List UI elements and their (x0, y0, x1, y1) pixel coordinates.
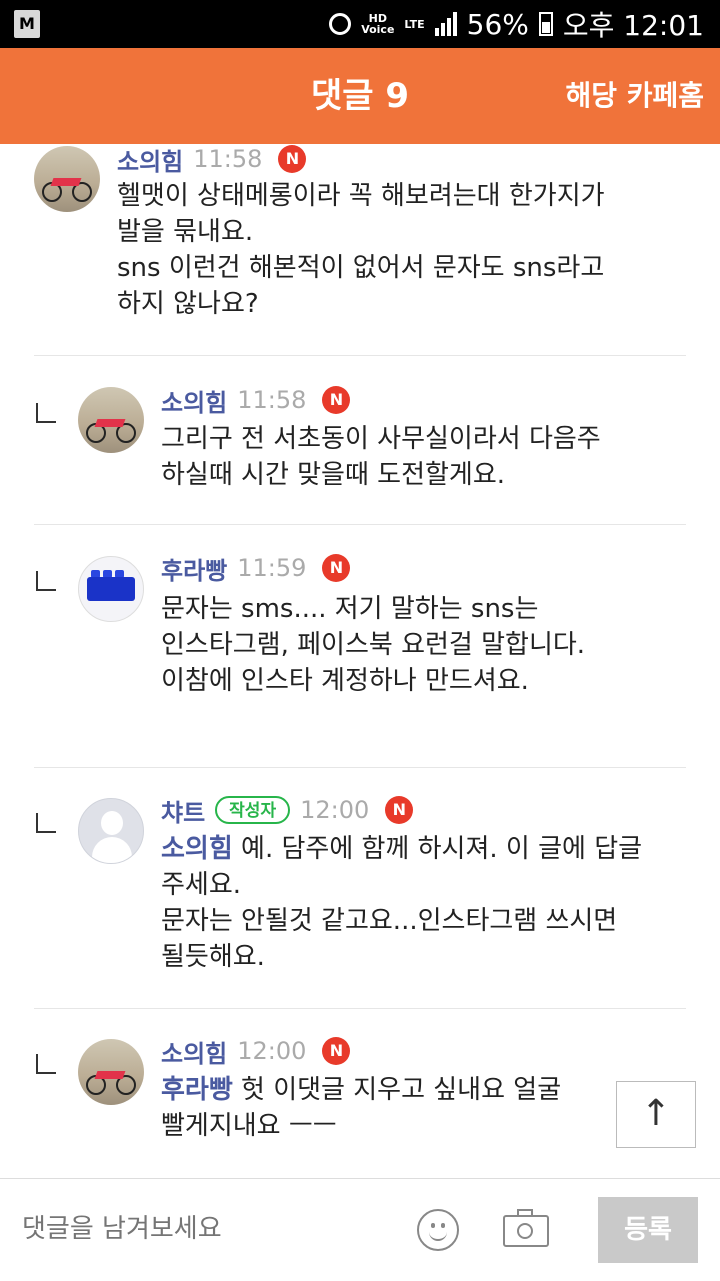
comment-text: 헬맷이 상태메롱이라 꼭 해보려는대 한가지가 발을 묶내요. sns 이런건 … (117, 181, 605, 319)
comment-time: 11:58 (193, 145, 263, 173)
battery-icon (538, 12, 553, 36)
emoticon-icon[interactable] (417, 1209, 459, 1251)
alarm-icon (329, 13, 352, 35)
lte-icon: LTE (404, 17, 425, 31)
comment-time: 11:58 (237, 386, 307, 414)
comment-nickname[interactable]: 소의힘 (117, 142, 183, 177)
comment-input[interactable] (22, 1207, 382, 1251)
status-bar-right: HD Voice LTE 56% 오후 12:01 (329, 0, 704, 48)
scroll-top-button[interactable]: ↑ (616, 1081, 696, 1148)
submit-button[interactable]: 등록 (598, 1197, 698, 1263)
comment-time: 11:59 (237, 554, 307, 582)
arrow-up-icon: ↑ (640, 1093, 672, 1134)
comment-text: 그리구 전 서초동이 사무실이라서 다음주 하실때 시간 맞을때 도전할게요. (161, 424, 601, 490)
camera-icon[interactable] (503, 1209, 549, 1247)
mention-link[interactable]: 후라빵 (161, 1075, 233, 1105)
status-bar: M HD Voice LTE 56% 오후 12:01 (0, 0, 720, 48)
comment-text: 소의힘 예. 담주에 함께 하시져. 이 글에 답글 주세요. 문자는 안될것 … (161, 831, 701, 975)
comment-time: 12:00 (300, 796, 370, 824)
avatar[interactable] (78, 556, 144, 622)
comment-nickname[interactable]: 소의힘 (161, 383, 227, 418)
comment-text: 후라빵 헛 이댓글 지우고 싶내요 얼굴 빨게지내요 ㅡㅡ (161, 1072, 611, 1144)
new-badge: N (322, 554, 351, 582)
reply-indicator-icon (36, 1054, 56, 1074)
status-time: 오후 12:01 (562, 9, 704, 42)
hd-voice-icon: HD Voice (361, 12, 395, 36)
app-notification-icon: M (14, 10, 40, 38)
comment-text-rest: 빨게지내요 ㅡㅡ (161, 1111, 337, 1141)
avatar[interactable] (78, 798, 144, 864)
new-badge: N (278, 145, 307, 173)
comment-nickname[interactable]: 후라빵 (161, 551, 227, 586)
comment-text-line: 예. 담주에 함께 하시져. 이 글에 답글 (232, 834, 643, 864)
comment-nickname[interactable]: 소의힘 (161, 1034, 227, 1069)
divider (34, 355, 686, 356)
reply-indicator-icon (36, 813, 56, 833)
divider (34, 767, 686, 768)
comment-text: 문자는 sms.... 저기 말하는 sns는 인스타그램, 페이스북 요런걸 … (161, 594, 586, 696)
divider (34, 1008, 686, 1009)
divider (34, 524, 686, 525)
battery-percent: 56% (466, 7, 529, 41)
cafe-home-link[interactable]: 해당 카페홈 (565, 48, 704, 144)
author-badge: 작성자 (215, 796, 291, 824)
comment-text-line: 헛 이댓글 지우고 싶내요 얼굴 (232, 1075, 562, 1105)
new-badge: N (322, 1037, 351, 1065)
new-badge: N (322, 386, 351, 414)
comment-text-rest: 주세요. 문자는 안될것 같고요...인스타그램 쓰시면 될듯해요. (161, 870, 618, 972)
reply-indicator-icon (36, 571, 56, 591)
comment-nickname[interactable]: 챠트 (161, 793, 205, 828)
new-badge: N (385, 796, 414, 824)
avatar[interactable] (78, 1039, 144, 1105)
mention-link[interactable]: 소의힘 (161, 834, 233, 864)
avatar[interactable] (34, 146, 100, 212)
avatar[interactable] (78, 387, 144, 453)
signal-icon (434, 12, 457, 36)
reply-indicator-icon (36, 403, 56, 423)
comment-input-bar: 등록 (0, 1178, 720, 1281)
comment-time: 12:00 (237, 1037, 307, 1065)
header: 댓글 9 해당 카페홈 (0, 48, 720, 144)
